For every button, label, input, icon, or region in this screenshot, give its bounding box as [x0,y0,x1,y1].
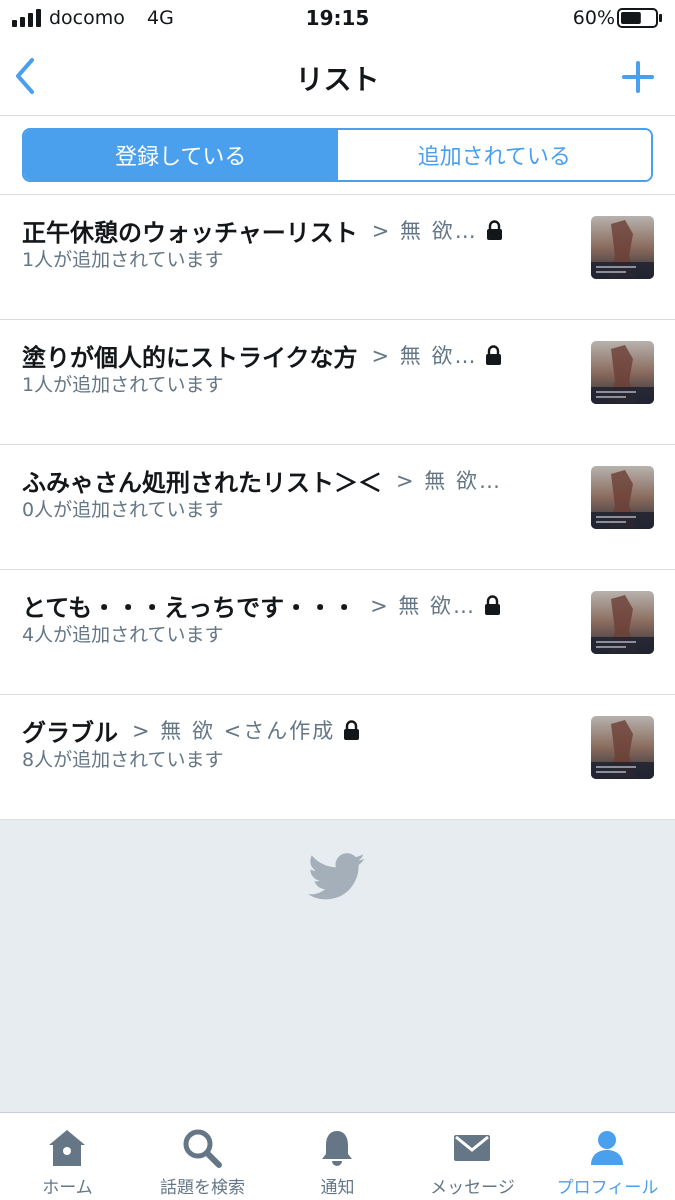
tab-label: 通知 [320,1178,355,1198]
list-owner: > 無 欲 <さん作成 [132,719,336,743]
battery-icon [617,8,662,28]
list-member-count: 4人が追加されています [22,624,224,646]
list-thumbnail [591,216,654,279]
list-name: 正午休憩のウォッチャーリスト [22,218,358,247]
lock-icon [486,220,502,240]
list-name: 塗りが個人的にストライクな方 [22,343,358,372]
tab-home[interactable]: ホーム [0,1113,135,1200]
list-name: グラブル [22,718,118,747]
segment-member-of[interactable]: 追加されている [337,130,651,180]
list-title-row: ふみゃさん処刑されたリスト＞＜ > 無 欲… [22,463,562,497]
tab-label: プロフィール [556,1178,659,1198]
list-item[interactable]: とても・・・えっちです・・・ > 無 欲… 4人が追加されています [0,570,675,695]
list-member-count: 1人が追加されています [22,249,224,271]
list-thumbnail [591,341,654,404]
list-title-row: 塗りが個人的にストライクな方 > 無 欲… [22,338,562,372]
list-member-count: 8人が追加されています [22,749,224,771]
list-footer-area [0,820,675,1112]
lock-icon [344,720,360,740]
list-item[interactable]: ふみゃさん処刑されたリスト＞＜ > 無 欲… 0人が追加されています [0,445,675,570]
list-member-count: 0人が追加されています [22,499,224,521]
twitter-bird-icon [308,853,365,900]
home-icon [49,1130,85,1166]
segmented-control: 登録している 追加されている [22,128,653,182]
tab-search[interactable]: 話題を検索 [135,1113,270,1200]
list-thumbnail [591,716,654,779]
list-name: ふみゃさん処刑されたリスト＞＜ [22,468,382,497]
tab-bar: ホーム 話題を検索 通知 メッセージ プロフィール [0,1112,675,1200]
list-owner: > 無 欲… [371,219,478,243]
list-title-row: 正午休憩のウォッチャーリスト > 無 欲… [22,213,562,247]
plus-icon[interactable] [621,60,655,94]
list-item[interactable]: グラブル > 無 欲 <さん作成 8人が追加されています [0,695,675,820]
tab-notifications[interactable]: 通知 [270,1113,405,1200]
segment-container: 登録している 追加されている [0,116,675,195]
list-thumbnail [591,591,654,654]
tab-profile[interactable]: プロフィール [540,1113,675,1200]
list-owner: > 無 欲… [370,594,477,618]
lock-icon [485,595,501,615]
list-member-count: 1人が追加されています [22,374,224,396]
list-item[interactable]: 塗りが個人的にストライクな方 > 無 欲… 1人が追加されています [0,320,675,445]
bell-icon [322,1131,352,1166]
page-title: リスト [295,63,380,96]
tab-label: メッセージ [430,1178,515,1198]
lock-icon [486,345,502,365]
lists-list: 正午休憩のウォッチャーリスト > 無 欲… 1人が追加されています 塗りが個人的… [0,195,675,820]
list-title-row: とても・・・えっちです・・・ > 無 欲… [22,588,562,622]
search-icon [183,1129,222,1168]
person-icon [591,1131,623,1165]
list-item[interactable]: 正午休憩のウォッチャーリスト > 無 欲… 1人が追加されています [0,195,675,320]
navigation-bar: リスト [0,40,675,116]
tab-label: ホーム [42,1178,93,1198]
list-title-row: グラブル > 無 欲 <さん作成 [22,713,562,747]
battery-percent: 60% [572,7,615,29]
status-bar: docomo 4G 19:15 60% [0,0,675,40]
tab-label: 話題を検索 [160,1178,245,1198]
list-owner: > 無 欲… [396,469,502,493]
segment-subscribed[interactable]: 登録している [24,130,338,180]
list-name: とても・・・えっちです・・・ [22,593,357,622]
list-thumbnail [591,466,654,529]
envelope-icon [454,1135,490,1161]
list-owner: > 無 欲… [371,344,478,368]
tab-messages[interactable]: メッセージ [405,1113,540,1200]
